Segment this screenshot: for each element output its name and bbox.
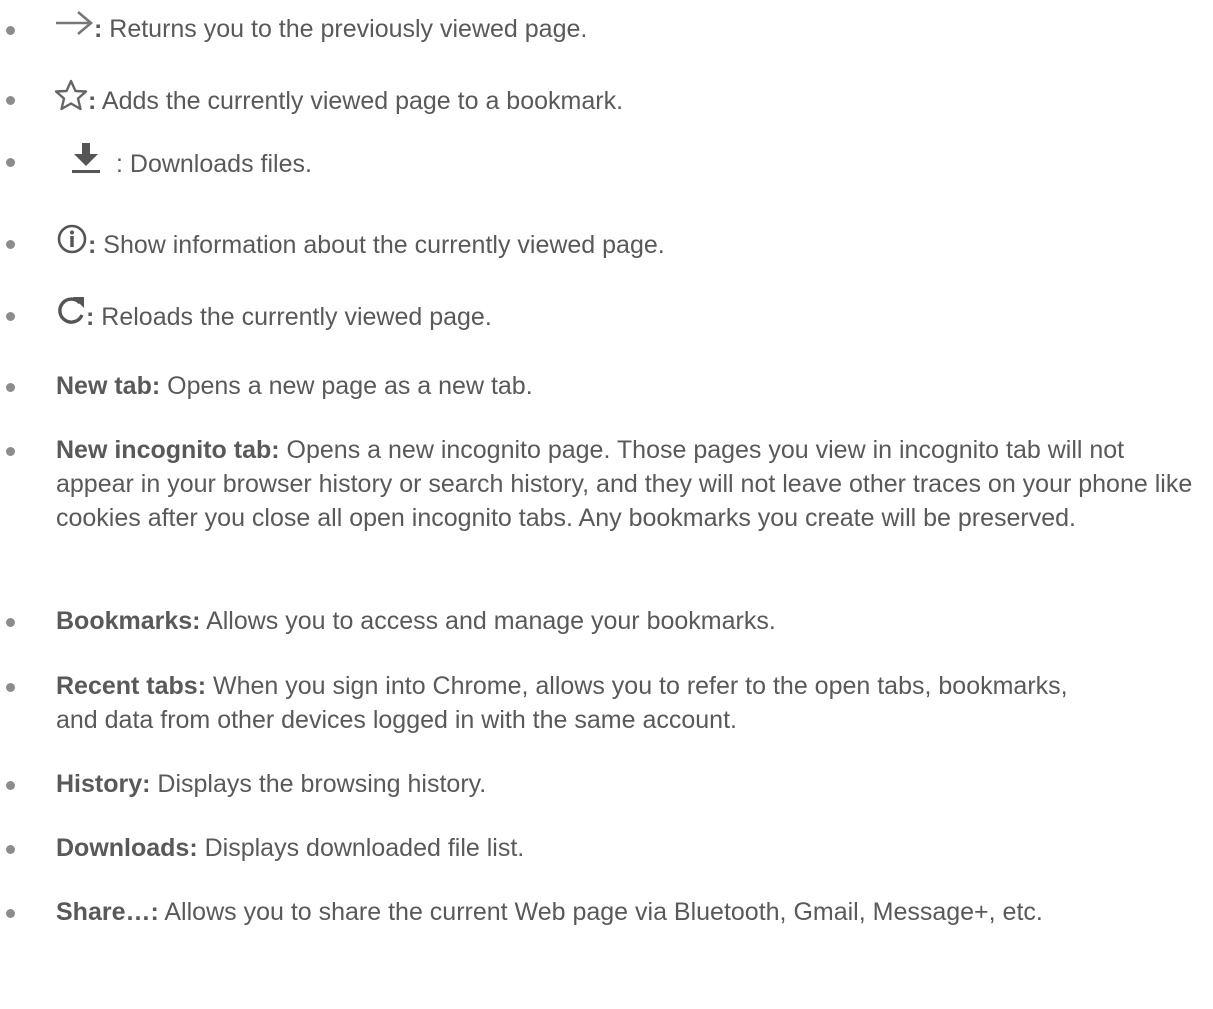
item-description: Allows you to access and manage your boo… — [200, 607, 776, 635]
item-description: When you sign into Chrome, allows you to… — [56, 672, 1068, 734]
info-circle-icon — [56, 223, 88, 264]
item-description: Allows you to share the current Web page… — [158, 898, 1043, 926]
item-term: Recent tabs: — [56, 672, 207, 700]
item-description: Reloads the currently viewed page. — [94, 303, 492, 332]
item-description: Adds the currently viewed page to a book… — [96, 87, 624, 116]
bullet — [6, 447, 15, 456]
star-outline-icon — [54, 79, 88, 120]
item-description: : Downloads files. — [116, 150, 312, 179]
bullet — [6, 240, 15, 249]
feature-list: : Returns you to the previously viewed p… — [0, 0, 1213, 1009]
item-term: New incognito tab: — [56, 436, 280, 464]
arrow-right-icon — [54, 10, 94, 45]
bullet — [6, 909, 15, 918]
item-description: Displays the browsing history. — [150, 770, 487, 798]
item-description: Returns you to the previously viewed pag… — [102, 15, 588, 43]
item-term: History: — [56, 770, 151, 798]
bullet — [6, 781, 15, 790]
item-description: Opens a new page as a new tab. — [160, 372, 533, 400]
item-description: Displays downloaded file list. — [197, 834, 525, 862]
bullet — [6, 618, 15, 627]
bullet — [6, 158, 15, 167]
item-description: Show information about the currently vie… — [96, 231, 665, 260]
bullet — [6, 383, 15, 392]
bullet — [6, 845, 15, 854]
download-icon — [70, 141, 102, 184]
item-term: Downloads: — [56, 834, 198, 862]
bullet — [6, 683, 15, 692]
bullet — [6, 96, 15, 105]
item-term: Share…: — [56, 898, 159, 926]
reload-icon — [56, 295, 86, 336]
item-term: Bookmarks: — [56, 607, 201, 635]
bullet — [6, 26, 15, 35]
item-term: New tab: — [56, 372, 161, 400]
bullet — [6, 312, 15, 321]
